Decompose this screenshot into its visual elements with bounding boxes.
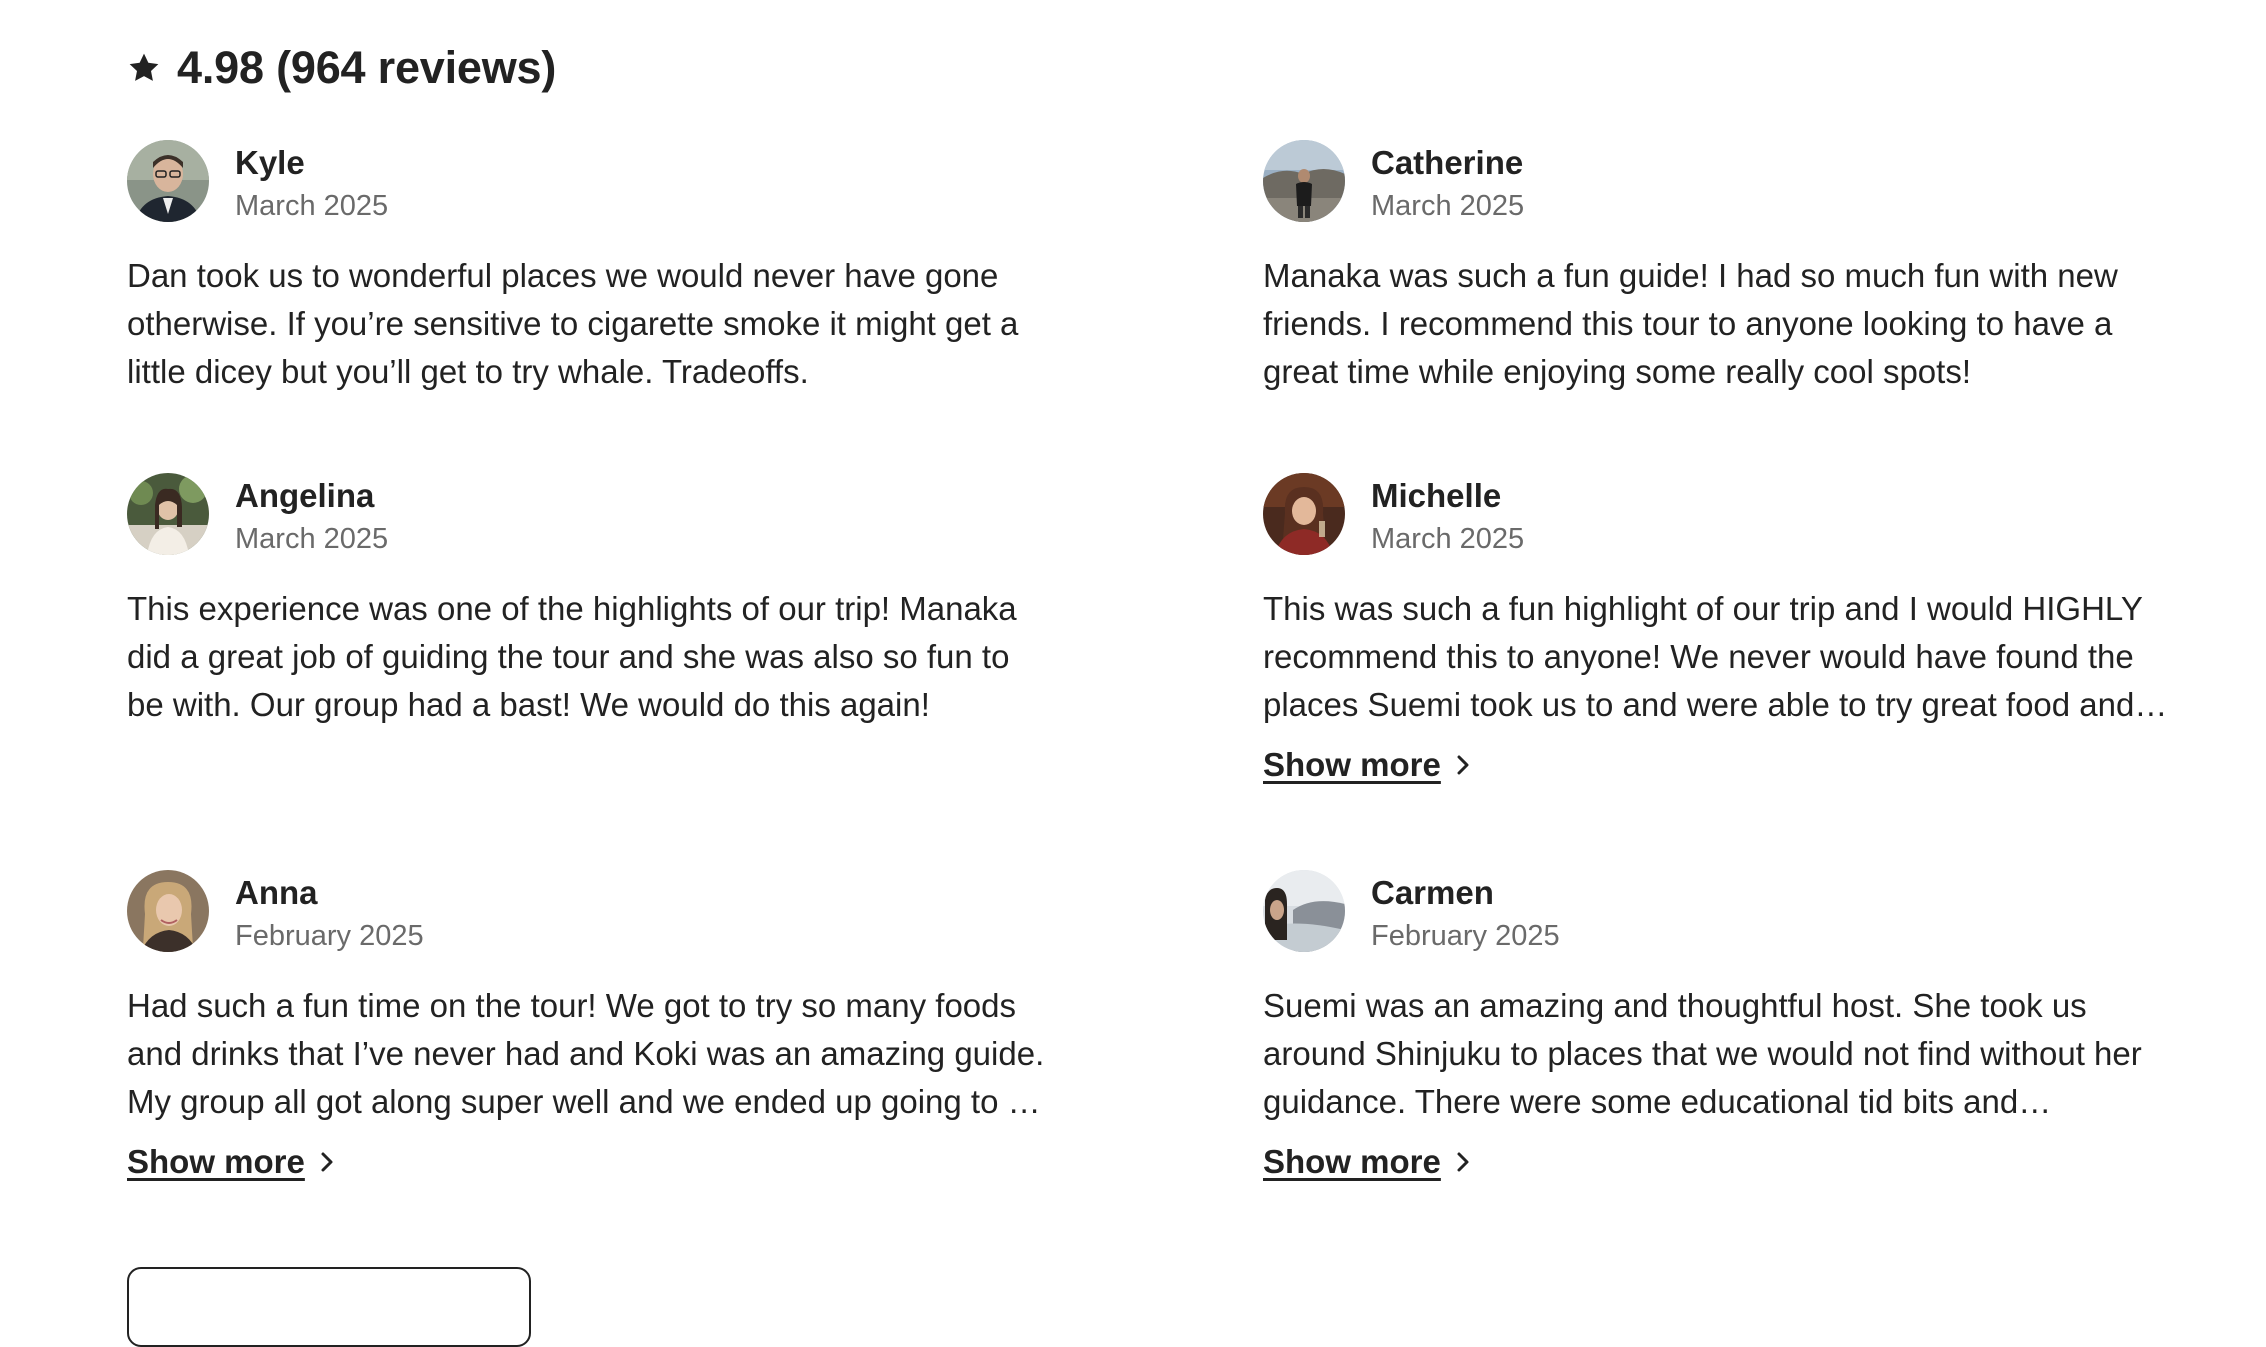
avatar[interactable] bbox=[127, 870, 209, 952]
review-date: March 2025 bbox=[1371, 190, 1525, 222]
rating-summary-text: 4.98 (964 reviews) bbox=[177, 42, 557, 93]
review-card: Carmen February 2025 Suemi was an amazin… bbox=[1263, 870, 2183, 1184]
chevron-right-icon bbox=[1455, 754, 1471, 776]
review-card: Catherine March 2025 Manaka was such a f… bbox=[1263, 140, 2183, 396]
show-more-label: Show more bbox=[1263, 1143, 1441, 1180]
reviewer-name: Michelle bbox=[1371, 477, 1502, 514]
review-date: March 2025 bbox=[235, 190, 389, 222]
show-more-label: Show more bbox=[127, 1143, 305, 1180]
review-date: February 2025 bbox=[235, 920, 424, 952]
review-text: Manaka was such a fun guide! I had so mu… bbox=[1263, 257, 2118, 390]
show-more-link[interactable]: Show more bbox=[1263, 1140, 1471, 1184]
review-meta: Carmen February 2025 bbox=[1371, 870, 1560, 956]
review-header: Kyle March 2025 bbox=[127, 140, 1047, 224]
review-text: This experience was one of the highlight… bbox=[127, 590, 1017, 723]
review-header: Carmen February 2025 bbox=[1263, 870, 2183, 954]
avatar[interactable] bbox=[1263, 140, 1345, 222]
reviewer-name: Anna bbox=[235, 874, 318, 911]
show-all-reviews-button[interactable] bbox=[127, 1267, 531, 1347]
review-card: Anna February 2025 Had such a fun time o… bbox=[127, 870, 1047, 1184]
avatar[interactable] bbox=[1263, 870, 1345, 952]
review-meta: Michelle March 2025 bbox=[1371, 473, 1524, 559]
review-card: Kyle March 2025 Dan took us to wonderful… bbox=[127, 140, 1047, 396]
review-header: Catherine March 2025 bbox=[1263, 140, 2183, 224]
show-more-label: Show more bbox=[1263, 746, 1441, 783]
star-icon bbox=[127, 51, 161, 85]
review-text: Had such a fun time on the tour! We got … bbox=[127, 987, 1045, 1120]
review-meta: Anna February 2025 bbox=[235, 870, 424, 956]
review-header: Michelle March 2025 bbox=[1263, 473, 2183, 557]
review-date: March 2025 bbox=[1371, 523, 1525, 555]
review-date: February 2025 bbox=[1371, 920, 1560, 952]
reviewer-name: Catherine bbox=[1371, 144, 1524, 181]
review-date: March 2025 bbox=[235, 523, 389, 555]
reviews-section: 4.98 (964 reviews) Kyle March 2025 Dan t… bbox=[127, 0, 2167, 1347]
reviewer-name: Carmen bbox=[1371, 874, 1494, 911]
chevron-right-icon bbox=[319, 1151, 335, 1173]
review-meta: Kyle March 2025 bbox=[235, 140, 388, 226]
review-header: Anna February 2025 bbox=[127, 870, 1047, 954]
reviewer-name: Angelina bbox=[235, 477, 375, 514]
review-text: This was such a fun highlight of our tri… bbox=[1263, 590, 2168, 723]
reviewer-name: Kyle bbox=[235, 144, 305, 181]
avatar[interactable] bbox=[1263, 473, 1345, 555]
review-header: Angelina March 2025 bbox=[127, 473, 1047, 557]
review-meta: Catherine March 2025 bbox=[1371, 140, 1524, 226]
avatar[interactable] bbox=[127, 473, 209, 555]
reviews-summary: 4.98 (964 reviews) bbox=[127, 40, 556, 96]
review-card: Michelle March 2025 This was such a fun … bbox=[1263, 473, 2183, 787]
review-card: Angelina March 2025 This experience was … bbox=[127, 473, 1047, 729]
review-text: Dan took us to wonderful places we would… bbox=[127, 257, 1019, 390]
review-meta: Angelina March 2025 bbox=[235, 473, 388, 559]
review-text: Suemi was an amazing and thoughtful host… bbox=[1263, 987, 2142, 1120]
chevron-right-icon bbox=[1455, 1151, 1471, 1173]
show-more-link[interactable]: Show more bbox=[1263, 743, 1471, 787]
show-more-link[interactable]: Show more bbox=[127, 1140, 335, 1184]
avatar[interactable] bbox=[127, 140, 209, 222]
